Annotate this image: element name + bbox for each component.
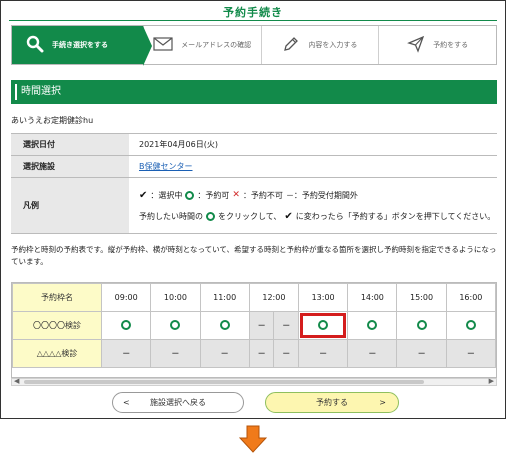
step-confirm-email: メールアドレスの確認 — [142, 26, 261, 64]
chevron-right-icon: > — [379, 398, 386, 407]
slot-cell-available[interactable] — [150, 311, 201, 340]
back-button-label: 施設選択へ戻る — [150, 398, 206, 407]
page-title: 予約手続き — [223, 6, 283, 19]
slot-cell-outside: － — [347, 339, 398, 368]
schedule-table: 予約枠名 09:00 10:00 11:00 12:00 13:00 14:00… — [12, 283, 496, 368]
slot-cell-outside: － — [248, 339, 275, 368]
time-header: 15:00 — [396, 283, 447, 312]
slot-name: △△△△検診 — [12, 339, 103, 368]
time-header: 09:00 — [101, 283, 152, 312]
facility-link[interactable]: B保健センター — [139, 162, 193, 171]
time-header: 13:00 — [297, 283, 349, 312]
slot-cell-available[interactable] — [101, 311, 152, 340]
scroll-left-icon[interactable]: ◀ — [14, 377, 19, 385]
legend-outside: －：予約受付期間外 — [285, 190, 358, 200]
exam-name: あいうえお定期健診hu — [11, 116, 94, 125]
legend: ✔ ：選択中 ：予約可 ✕ ：予約不可 －：予約受付期間外 予約したい時間の を… — [129, 177, 497, 234]
reserve-button-label: 予約する — [316, 398, 348, 407]
slot-cell-outside: － — [273, 339, 299, 368]
slot-cell-available[interactable] — [396, 311, 447, 340]
scroll-right-icon[interactable]: ▶ — [489, 377, 494, 385]
slot-name-header: 予約枠名 — [12, 283, 103, 312]
slot-cell-outside: － — [297, 339, 349, 368]
step-label: 予約をする — [433, 41, 469, 49]
date-value: 2021年04月06日(火) — [129, 133, 497, 156]
slot-name: 〇〇〇〇検診 — [12, 311, 103, 340]
circle-icon — [206, 211, 215, 221]
time-header: 10:00 — [150, 283, 201, 312]
chevron-left-icon: < — [123, 398, 130, 407]
date-label: 選択日付 — [11, 133, 129, 156]
available-circle-icon — [318, 319, 329, 330]
slot-cell-outside: － — [150, 339, 201, 368]
schedule-description: 予約枠と時刻の予約表です。縦が予約枠、横が時刻となっていて、希望する時刻と予約枠… — [11, 245, 497, 266]
check-icon: ✔ — [284, 210, 293, 222]
legend-instruction-1: 予約したい時間の — [139, 211, 203, 221]
slot-cell-selected[interactable] — [297, 311, 349, 340]
legend-instruction-2: をクリックして、 — [218, 211, 282, 221]
slot-cell-available[interactable] — [445, 311, 496, 340]
legend-unavailable: ：予約不可 — [242, 190, 283, 200]
section-title: 時間選択 — [11, 80, 497, 104]
legend-instruction-3: に変わったら「予約する」ボタンを押下してください。 — [295, 211, 496, 221]
available-circle-icon — [367, 319, 378, 330]
legend-selected: ：選択中 — [150, 190, 183, 200]
step-label: 内容を入力する — [308, 41, 358, 49]
pencil-icon — [282, 35, 300, 55]
slot-cell-outside: － — [199, 339, 250, 368]
available-circle-icon — [416, 319, 427, 330]
slot-cell-outside: － — [445, 339, 496, 368]
progress-steps: 手続き選択をする メールアドレスの確認 内容を入力する 予約をする — [11, 25, 497, 66]
selection-info-table: 選択日付 2021年04月06日(火) 選択施設 B保健センター 凡例 ✔ ：選… — [11, 133, 497, 234]
slot-cell-available[interactable] — [347, 311, 398, 340]
slot-cell-available[interactable] — [199, 311, 250, 340]
slot-cell-outside: － — [396, 339, 447, 368]
available-circle-icon — [465, 319, 476, 330]
send-icon — [407, 35, 425, 55]
table-row: △△△△検診 － － － － － － － － － — [12, 339, 496, 368]
available-circle-icon — [121, 319, 132, 330]
slot-cell-outside: － — [248, 311, 275, 340]
facility-label: 選択施設 — [11, 155, 129, 178]
legend-label: 凡例 — [11, 177, 129, 234]
back-to-facility-button[interactable]: < 施設選択へ戻る — [112, 392, 244, 413]
scrollbar-thumb[interactable] — [24, 380, 424, 384]
mail-icon — [153, 37, 173, 53]
down-arrow-icon — [238, 425, 268, 453]
reserve-button[interactable]: 予約する > — [265, 392, 399, 413]
slot-cell-outside: － — [101, 339, 152, 368]
step-select-procedure: 手続き選択をする — [12, 26, 152, 66]
table-row: 〇〇〇〇検診 － － — [12, 311, 496, 340]
slot-cell-outside: － — [273, 311, 299, 340]
search-icon — [26, 35, 44, 55]
check-icon: ✔ — [139, 189, 148, 201]
time-header: 14:00 — [347, 283, 398, 312]
schedule-table-container: 予約枠名 09:00 10:00 11:00 12:00 13:00 14:00… — [11, 282, 497, 378]
available-circle-icon — [170, 319, 181, 330]
step-label: 手続き選択をする — [52, 41, 108, 49]
time-header: 16:00 — [445, 283, 496, 312]
step-label: メールアドレスの確認 — [181, 41, 252, 49]
booking-panel: 予約手続き 手続き選択をする メールアドレスの確認 内容を入力する 予約をする — [0, 0, 506, 419]
circle-icon — [185, 190, 195, 200]
horizontal-scrollbar[interactable]: ◀ ▶ — [11, 377, 497, 386]
step-enter-details: 内容を入力する — [260, 26, 379, 64]
step-reserve: 予約をする — [378, 26, 496, 64]
time-header: 12:00 — [248, 283, 300, 312]
legend-available: ：予約可 — [197, 190, 230, 200]
title-divider — [9, 20, 497, 21]
available-circle-icon — [219, 319, 230, 330]
cross-icon: ✕ — [232, 190, 240, 200]
time-header: 11:00 — [199, 283, 250, 312]
